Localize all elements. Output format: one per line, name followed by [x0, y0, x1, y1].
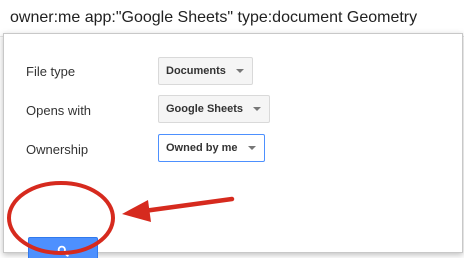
caret-down-icon — [247, 146, 256, 150]
opens-with-dropdown[interactable]: Google Sheets — [158, 95, 271, 123]
advanced-search-panel: File type Documents Opens with Google Sh… — [3, 33, 463, 258]
ownership-value: Owned by me — [166, 142, 238, 154]
search-query-text[interactable]: owner:me app:"Google Sheets" type:docume… — [10, 9, 417, 27]
opens-with-value: Google Sheets — [166, 103, 244, 115]
file-type-dropdown[interactable]: Documents — [158, 57, 253, 85]
search-bar[interactable]: owner:me app:"Google Sheets" type:docume… — [0, 0, 464, 37]
ownership-dropdown[interactable]: Owned by me — [158, 134, 265, 162]
ownership-label: Ownership — [26, 142, 89, 157]
caret-down-icon — [253, 107, 262, 111]
file-type-label: File type — [26, 64, 76, 79]
caret-down-icon — [235, 69, 244, 73]
page: owner:me app:"Google Sheets" type:docume… — [0, 0, 464, 258]
file-type-value: Documents — [166, 65, 226, 77]
opens-with-label: Opens with — [26, 103, 92, 118]
partially-hidden-file-row — [30, 252, 230, 258]
